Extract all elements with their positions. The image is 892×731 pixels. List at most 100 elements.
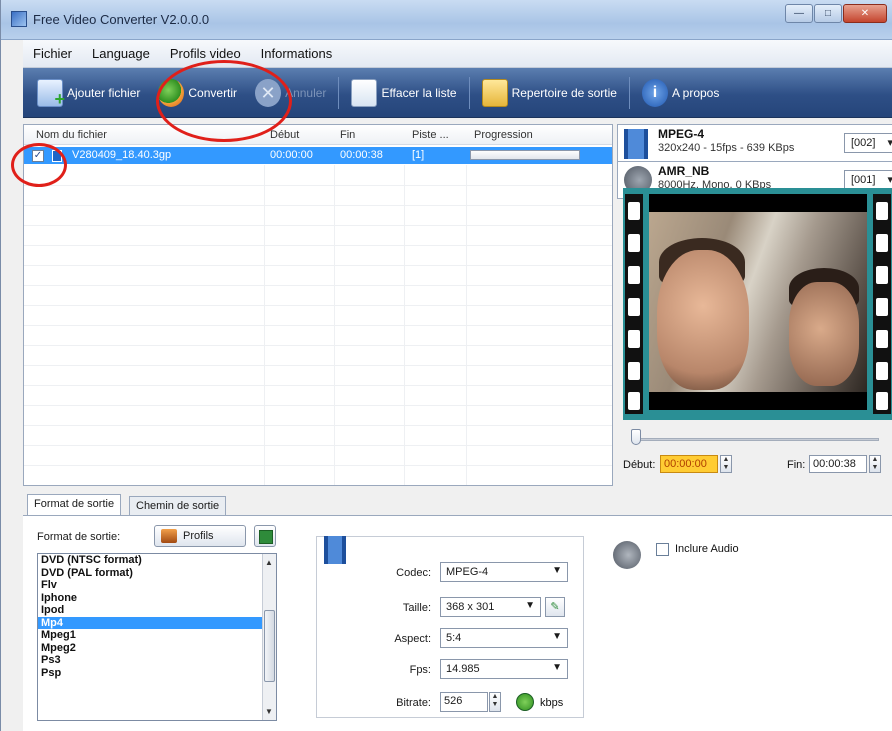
list-item[interactable]: Mpeg1 (38, 629, 276, 642)
list-item[interactable]: Ps3 (38, 654, 276, 667)
scroll-up-icon[interactable]: ▲ (265, 558, 273, 567)
list-item[interactable]: Ipod (38, 604, 276, 617)
list-item-selected[interactable]: Mp4 (38, 616, 276, 629)
toolbar-separator (628, 76, 630, 109)
list-item[interactable]: Iphone (38, 592, 276, 605)
edit-size-button[interactable]: ✎ (545, 597, 565, 617)
start-label: Début: (623, 459, 656, 471)
size-select[interactable]: 368 x 301 ▼ (440, 597, 541, 617)
fps-value: 14.985 (446, 663, 480, 675)
grid-line (24, 365, 612, 366)
seek-slider-thumb[interactable] (631, 429, 641, 445)
file-list[interactable]: Nom du fichier Début Fin Piste ... Progr… (23, 124, 613, 486)
fps-select[interactable]: 14.985 ▼ (440, 659, 568, 679)
chevron-down-icon: ▼ (552, 565, 562, 576)
grid-line (24, 425, 612, 426)
format-list[interactable]: DVD (NTSC format) DVD (PAL format) Flv I… (37, 553, 277, 721)
save-profile-button[interactable] (254, 525, 276, 547)
menu-language[interactable]: Language (82, 46, 160, 61)
audio-codec: AMR_NB (658, 164, 710, 178)
menu-fichier[interactable]: Fichier (23, 46, 82, 61)
menu-informations[interactable]: Informations (251, 46, 343, 61)
profiles-button[interactable]: Profils (154, 525, 246, 547)
list-item[interactable]: Flv (38, 579, 276, 592)
app-window: Free Video Converter V2.0.0.0 — □ ✕ Fich… (0, 0, 892, 731)
close-button[interactable]: ✕ (843, 4, 887, 23)
clear-list-icon (351, 78, 378, 107)
toolbar-separator (468, 76, 470, 109)
grid-line (24, 325, 612, 326)
file-list-header: Nom du fichier Début Fin Piste ... Progr… (24, 125, 612, 145)
grid-line (24, 185, 612, 186)
grid-line (24, 305, 612, 306)
menu-profils-video[interactable]: Profils video (160, 46, 251, 61)
codec-value: MPEG-4 (446, 566, 489, 578)
size-label: Taille: (402, 602, 431, 614)
video-stream-select[interactable]: [002] (844, 133, 892, 153)
grid-line (24, 465, 612, 466)
grid-line (24, 265, 612, 266)
clear-list-button[interactable]: Effacer la liste (345, 75, 462, 111)
folder-icon (481, 78, 508, 107)
title-bar: Free Video Converter V2.0.0.0 — □ ✕ (1, 0, 892, 40)
file-track: [1] (412, 149, 425, 161)
end-time-input[interactable]: 00:00:38 (809, 455, 867, 473)
aspect-select[interactable]: 5:4 ▼ (440, 628, 568, 648)
tab-strip: Format de sortie Chemin de sortie (23, 494, 892, 516)
format-label: Format de sortie: (37, 531, 121, 543)
grid-line (24, 445, 612, 446)
add-file-button[interactable]: Ajouter fichier (31, 75, 146, 111)
bitrate-apply-icon[interactable] (516, 693, 534, 711)
tab-format[interactable]: Format de sortie (27, 494, 122, 516)
grid-line (24, 225, 612, 226)
video-preview (623, 188, 892, 420)
seek-slider-track[interactable] (631, 438, 879, 441)
start-time-input[interactable]: 00:00:00 (660, 455, 718, 473)
bitrate-input[interactable]: 526 (440, 692, 488, 712)
toolbar: Ajouter fichier Convertir ✕ Annuler Effa… (23, 68, 892, 118)
codec-label: Codec: (396, 567, 431, 579)
grid-line (24, 385, 612, 386)
menu-bar: Fichier Language Profils video Informati… (23, 40, 892, 68)
list-item[interactable]: DVD (PAL format) (38, 567, 276, 580)
list-item[interactable]: Psp (38, 667, 276, 680)
codec-select[interactable]: MPEG-4 ▼ (440, 562, 568, 582)
add-file-icon (37, 78, 65, 110)
col-header-end[interactable]: Fin (340, 129, 355, 141)
end-time-spinner[interactable]: ▲ ▼ (869, 455, 881, 473)
col-header-name[interactable]: Nom du fichier (36, 129, 107, 141)
bitrate-spinner[interactable]: ▲ ▼ (489, 692, 501, 712)
output-dir-button[interactable]: Repertoire de sortie (476, 75, 623, 111)
col-header-track[interactable]: Piste ... (412, 129, 449, 141)
col-header-progress[interactable]: Progression (474, 129, 533, 141)
scrollbar-thumb[interactable] (264, 610, 275, 682)
list-item[interactable]: Mpeg2 (38, 642, 276, 655)
grid-line (24, 405, 612, 406)
film-strip-left (625, 194, 643, 414)
app-icon (11, 11, 27, 27)
start-time-spinner[interactable]: ▲ ▼ (720, 455, 732, 473)
tab-output-path[interactable]: Chemin de sortie (129, 496, 227, 516)
minimize-button[interactable]: — (785, 4, 813, 23)
include-audio-checkbox[interactable] (656, 543, 669, 556)
film-icon (624, 129, 648, 159)
audio-stream-select[interactable]: [001] (844, 170, 892, 190)
about-button[interactable]: i A propos (636, 75, 725, 111)
progress-bar (470, 150, 580, 160)
speaker-icon (613, 541, 641, 569)
film-icon (324, 536, 346, 564)
format-list-scrollbar[interactable]: ▲ ▼ (262, 554, 276, 720)
toolbar-separator (338, 76, 340, 109)
grid-line (24, 285, 612, 286)
chevron-down-icon: ▼ (552, 662, 562, 673)
window-title: Free Video Converter V2.0.0.0 (33, 12, 210, 27)
clear-list-label: Effacer la liste (381, 85, 457, 100)
col-header-start[interactable]: Début (270, 129, 299, 141)
end-label: Fin: (787, 459, 806, 471)
film-strip-right (873, 194, 891, 414)
list-item[interactable]: DVD (NTSC format) (38, 554, 276, 567)
size-value: 368 x 301 (446, 601, 495, 613)
scroll-down-icon[interactable]: ▼ (265, 707, 273, 716)
maximize-button[interactable]: □ (814, 4, 842, 23)
profiles-icon (161, 529, 177, 543)
